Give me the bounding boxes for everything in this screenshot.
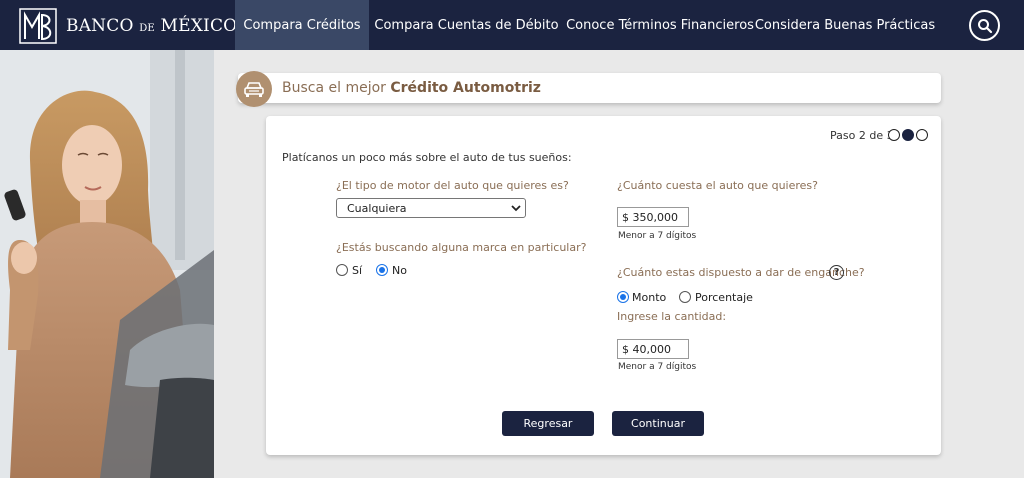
logo-word-banco: BANCO bbox=[66, 16, 134, 36]
form-intro-text: Platícanos un poco más sobre el auto de … bbox=[282, 151, 572, 164]
page-title: Busca el mejor Crédito Automotriz bbox=[282, 80, 541, 96]
down-amount-value: $ 40,000 bbox=[622, 342, 671, 356]
help-icon[interactable]: ? bbox=[829, 265, 844, 280]
continue-button[interactable]: Continuar bbox=[612, 411, 704, 436]
nav-buenas-practicas[interactable]: Considera Buenas Prácticas bbox=[755, 0, 935, 50]
car-cost-hint: Menor a 7 dígitos bbox=[618, 231, 697, 241]
page-title-prefix: Busca el mejor bbox=[282, 80, 386, 96]
back-button[interactable]: Regresar bbox=[502, 411, 594, 436]
top-navigation-bar: BANCO DE MÉXICO® Compara Créditos Compar… bbox=[0, 0, 1024, 50]
down-amount-input[interactable]: $ 40,000 bbox=[617, 339, 689, 359]
amount-label: Ingrese la cantidad: bbox=[617, 310, 727, 323]
search-button[interactable] bbox=[969, 10, 1000, 41]
motor-type-value: Cualquiera bbox=[347, 201, 407, 215]
banxico-logo[interactable]: BANCO DE MÉXICO® bbox=[18, 7, 246, 45]
down-percent-label[interactable]: Porcentaje bbox=[695, 291, 753, 304]
brand-yes-radio[interactable] bbox=[336, 264, 348, 276]
nav-compara-creditos[interactable]: Compara Créditos bbox=[235, 0, 369, 50]
brand-no-label[interactable]: No bbox=[392, 264, 407, 277]
down-payment-question-label: ¿Cuánto estas dispuesto a dar de enganch… bbox=[617, 266, 865, 279]
car-cost-value: $ 350,000 bbox=[622, 210, 678, 224]
main-nav: Compara Créditos Compara Cuentas de Débi… bbox=[235, 0, 935, 50]
down-amount-label[interactable]: Monto bbox=[632, 291, 666, 304]
woman-with-car-key-image bbox=[0, 50, 214, 478]
search-icon bbox=[977, 18, 992, 33]
motor-type-select[interactable]: Cualquiera bbox=[336, 198, 526, 218]
nav-compara-cuentas-debito[interactable]: Compara Cuentas de Débito bbox=[369, 0, 564, 50]
logo-word-de: DE bbox=[139, 23, 155, 34]
motor-question-label: ¿El tipo de motor del auto que quieres e… bbox=[336, 179, 569, 192]
logo-wordmark: BANCO DE MÉXICO® bbox=[66, 16, 246, 36]
step-indicator-label: Paso 2 de 3 bbox=[830, 129, 894, 142]
down-percent-radio[interactable] bbox=[679, 291, 691, 303]
nav-conoce-terminos[interactable]: Conoce Términos Financieros bbox=[564, 0, 756, 50]
brand-yes-label[interactable]: Sí bbox=[352, 264, 362, 277]
brand-question-label: ¿Estás buscando alguna marca en particul… bbox=[336, 241, 587, 254]
car-cost-input[interactable]: $ 350,000 bbox=[617, 207, 689, 227]
cost-question-label: ¿Cuánto cuesta el auto que quieres? bbox=[617, 179, 818, 192]
down-amount-radio[interactable] bbox=[617, 291, 629, 303]
logo-monogram-icon bbox=[19, 8, 57, 44]
step-dot-2-current bbox=[902, 129, 914, 141]
page-title-bold: Crédito Automotriz bbox=[390, 80, 541, 96]
chevron-down-icon bbox=[511, 205, 521, 212]
form-card bbox=[266, 116, 941, 455]
brand-no-radio[interactable] bbox=[376, 264, 388, 276]
down-amount-hint: Menor a 7 dígitos bbox=[618, 362, 697, 372]
car-icon bbox=[244, 82, 264, 97]
logo-word-mexico: MÉXICO bbox=[160, 16, 238, 36]
step-dot-3 bbox=[916, 129, 928, 141]
hero-photo bbox=[0, 50, 214, 478]
step-dot-1 bbox=[888, 129, 900, 141]
car-icon-badge bbox=[236, 71, 272, 107]
